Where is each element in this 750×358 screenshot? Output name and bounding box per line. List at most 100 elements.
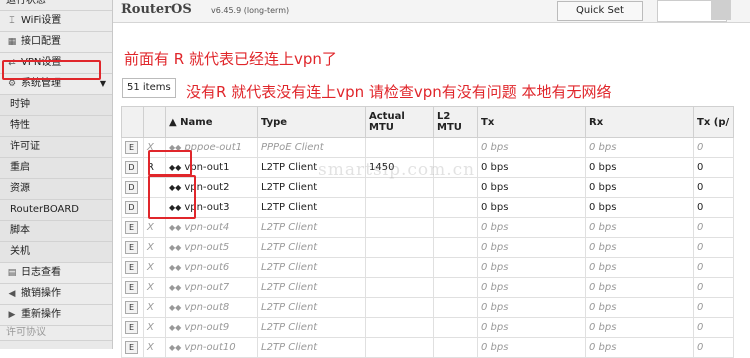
toggle-enable-button[interactable]: E [125,321,138,334]
sidebar-item-undo[interactable]: ◀ 撤销操作 [0,284,112,305]
sidebar-subitem-routerboard[interactable]: RouterBOARD [0,200,112,221]
table-row[interactable]: E X ◆◆ vpn-out4 L2TP Client 0 bps 0 bps 0 [121,217,734,238]
annotation-not-connected: 没有R 就代表没有连上vpn 请检查vpn有没有问题 本地有无网络 [186,83,612,101]
row-tx-packets: 0 [693,277,734,298]
row-type: L2TP Client [257,317,366,338]
row-name: vpn-out7 [184,282,230,293]
sidebar-subitem-scripts[interactable]: 脚本 [0,221,112,242]
annotation-connected: 前面有 R 就代表已经连上vpn了 [124,50,337,68]
wifi-icon: ⌶ [9,16,15,26]
toggle-enable-button[interactable]: E [125,241,138,254]
quick-set-button[interactable]: Quick Set [557,1,643,21]
sidebar-subitem-shutdown[interactable]: 关机 [0,242,112,263]
version-label: v6.45.9 (long-term) [211,6,290,15]
table-row[interactable]: E X ◆◆ vpn-out6 L2TP Client 0 bps 0 bps 0 [121,257,734,278]
toggle-enable-button[interactable]: D [125,201,138,214]
row-actual-mtu [365,337,434,358]
table-row[interactable]: E X ◆◆ vpn-out8 L2TP Client 0 bps 0 bps 0 [121,297,734,318]
table-row[interactable]: E X ◆◆ vpn-out10 L2TP Client 0 bps 0 bps 0 [121,337,734,358]
row-tx: 0 bps [477,197,586,218]
sidebar-item-wifi[interactable]: ⌶ WiFi设置 [0,11,112,32]
sidebar-subitem-reboot[interactable]: 重启 [0,158,112,179]
col-actual-mtu[interactable]: Actual MTU [365,106,434,138]
row-tx-packets: 0 [693,197,734,218]
toggle-enable-button[interactable]: E [125,141,138,154]
table-row[interactable]: D ◆◆ vpn-out2 L2TP Client 0 bps 0 bps 0 [121,177,734,198]
table-row[interactable]: E X ◆◆ vpn-out7 L2TP Client 0 bps 0 bps 0 [121,277,734,298]
row-actual-mtu [365,137,434,158]
row-rx: 0 bps [585,317,694,338]
table-row[interactable]: D ◆◆ vpn-out3 L2TP Client 0 bps 0 bps 0 [121,197,734,218]
r-flag-highlight [148,150,192,176]
row-l2-mtu [433,317,478,338]
row-tx-packets: 0 [693,177,734,198]
col-tx[interactable]: Tx [477,106,586,138]
interface-arrows-icon: ◆◆ [169,343,182,352]
sidebar-item-agreement[interactable]: 许可协议 [0,326,112,341]
col-btn [121,106,144,138]
sidebar-subitem-clock[interactable]: 时钟 [0,95,112,116]
row-tx-packets: 0 [693,137,734,158]
row-l2-mtu [433,217,478,238]
col-type[interactable]: Type [257,106,366,138]
row-type: L2TP Client [257,337,366,358]
row-flag: X [143,297,166,318]
row-actual-mtu [365,297,434,318]
row-rx: 0 bps [585,237,694,258]
row-flag: X [143,237,166,258]
table-row[interactable]: E X ◆◆ pppoe-out1 PPPoE Client 0 bps 0 bps 0 [121,137,734,158]
toggle-enable-button[interactable]: E [125,221,138,234]
row-l2-mtu [433,237,478,258]
missing-flag-highlight [148,175,196,219]
table-header: ▲ Name Type Actual MTU L2 MTU Tx Rx Tx (… [121,106,734,138]
sidebar-subitem-resources[interactable]: 资源 [0,179,112,200]
row-tx-packets: 0 [693,217,734,238]
toggle-enable-button[interactable]: E [125,261,138,274]
sidebar-item-label: 接口配置 [21,36,61,47]
row-tx: 0 bps [477,177,586,198]
row-flag: X [143,337,166,358]
row-tx: 0 bps [477,257,586,278]
row-flag: X [143,217,166,238]
interface-icon: ▦ [7,37,17,47]
toggle-enable-button[interactable]: E [125,341,138,354]
interface-arrows-icon: ◆◆ [169,283,182,292]
table-row[interactable]: E X ◆◆ vpn-out5 L2TP Client 0 bps 0 bps 0 [121,237,734,258]
row-tx-packets: 0 [693,317,734,338]
col-l2-mtu[interactable]: L2 MTU [433,106,478,138]
row-type: PPPoE Client [257,137,366,158]
row-l2-mtu [433,197,478,218]
sidebar-item-interface[interactable]: ▦ 接口配置 [0,32,112,53]
toggle-enable-button[interactable]: E [125,281,138,294]
row-tx: 0 bps [477,277,586,298]
interface-arrows-icon: ◆◆ [169,223,182,232]
row-rx: 0 bps [585,137,694,158]
sidebar-item-label: 重新操作 [21,309,61,320]
sidebar-subitem-features[interactable]: 特性 [0,116,112,137]
row-rx: 0 bps [585,297,694,318]
sidebar-subitem-license[interactable]: 许可证 [0,137,112,158]
toggle-enable-button[interactable]: E [125,301,138,314]
col-tx-packets[interactable]: Tx (p/ [693,106,734,138]
toggle-enable-button[interactable]: D [125,161,138,174]
row-type: L2TP Client [257,257,366,278]
row-rx: 0 bps [585,337,694,358]
col-flag [143,106,166,138]
sidebar-item-redo[interactable]: ▶ 重新操作 [0,305,112,326]
header-toggle[interactable] [711,0,731,20]
row-type: L2TP Client [257,297,366,318]
row-tx: 0 bps [477,337,586,358]
row-l2-mtu [433,137,478,158]
col-rx[interactable]: Rx [585,106,694,138]
sidebar-item-status[interactable]: 运行状态 [0,0,112,11]
row-name: vpn-out4 [184,222,230,233]
sidebar-item-log[interactable]: ▤ 日志查看 [0,263,112,284]
row-name: vpn-out8 [184,302,230,313]
col-name[interactable]: ▲ Name [165,106,258,138]
row-tx: 0 bps [477,317,586,338]
table-row[interactable]: E X ◆◆ vpn-out9 L2TP Client 0 bps 0 bps 0 [121,317,734,338]
row-actual-mtu [365,317,434,338]
row-rx: 0 bps [585,217,694,238]
toggle-enable-button[interactable]: D [125,181,138,194]
row-name: vpn-out9 [184,322,230,333]
